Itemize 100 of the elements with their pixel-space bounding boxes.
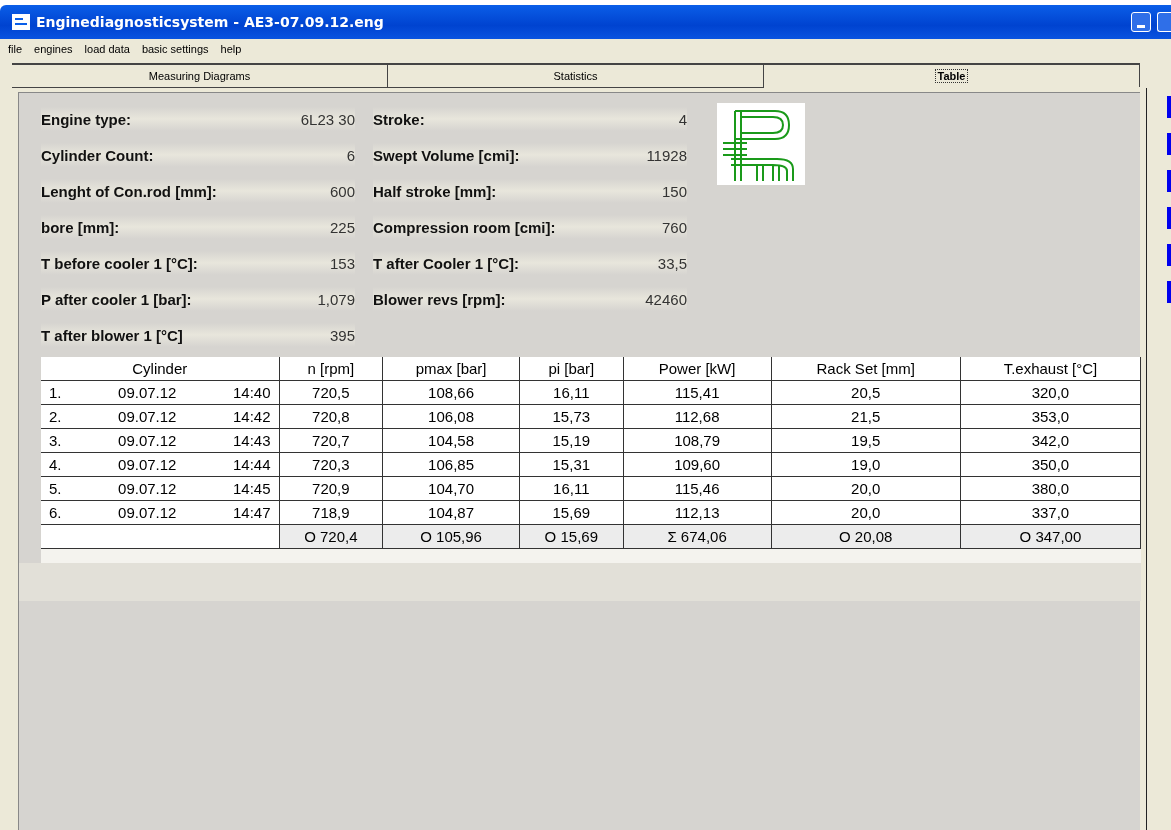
- summary-cell: O 20,08: [771, 524, 961, 548]
- menu-item[interactable]: load data: [84, 43, 130, 55]
- menu-item[interactable]: basic settings: [141, 43, 209, 55]
- table-cell: 106,08: [382, 404, 520, 429]
- table-cell: 15,73: [519, 404, 624, 429]
- table-cell: 19,0: [771, 452, 961, 477]
- table-cell: 350,0: [960, 452, 1141, 477]
- table-cell: 106,85: [382, 452, 520, 477]
- row-date: 09.07.12: [118, 480, 177, 497]
- table-cell: 115,41: [623, 380, 772, 405]
- field-value: 225: [329, 218, 355, 236]
- tab[interactable]: Measuring Diagrams: [12, 63, 388, 88]
- field-value: 11928: [646, 146, 687, 164]
- summary-cell: O 347,00: [960, 524, 1141, 548]
- window-title: Enginediagnosticsystem - AE3-07.09.12.eng: [36, 14, 385, 30]
- table-cell: 109,60: [623, 452, 772, 477]
- tab[interactable]: Table: [764, 63, 1140, 87]
- table-cell: 104,87: [382, 500, 520, 525]
- table-cell: 115,46: [623, 476, 772, 501]
- table-cell: 337,0: [960, 500, 1141, 525]
- field-label: Compression room [cmi]:: [373, 218, 556, 236]
- table-cell: 21,5: [771, 404, 961, 429]
- table-cell: 108,79: [623, 428, 772, 453]
- table-cell: 104,58: [382, 428, 520, 453]
- field-value: 6: [346, 146, 355, 164]
- tab[interactable]: Statistics: [388, 63, 764, 88]
- row-date: 09.07.12: [118, 456, 177, 473]
- field-value: 600: [329, 182, 355, 200]
- table-cell: 16,11: [519, 380, 624, 405]
- table-cell: 720,9: [279, 476, 383, 501]
- field-label: Swept Volume [cmi]:: [373, 146, 520, 164]
- table-cell: 380,0: [960, 476, 1141, 501]
- row-time: 14:42: [232, 408, 271, 425]
- row-time: 14:44: [232, 456, 271, 473]
- field-label: Half stroke [mm]:: [373, 182, 497, 200]
- menu-item[interactable]: help: [220, 43, 242, 55]
- summary-cell: O 720,4: [279, 524, 383, 548]
- field-label: T after Cooler 1 [°C]:: [373, 254, 519, 272]
- field-label: T before cooler 1 [°C]:: [41, 254, 198, 272]
- field-label: Blower revs [rpm]:: [373, 290, 506, 308]
- field-label: Engine type:: [41, 110, 131, 128]
- table-cell: 15,31: [519, 452, 624, 477]
- maximize-button[interactable]: [1157, 12, 1171, 32]
- minimize-icon: [1137, 25, 1145, 28]
- row-number: 1.: [49, 384, 62, 401]
- table-cell: 16,11: [519, 476, 624, 501]
- row-number: 6.: [49, 504, 62, 521]
- table-cell: 104,70: [382, 476, 520, 501]
- table-cell: 720,8: [279, 404, 383, 429]
- summary-cell: Σ 674,06: [623, 524, 772, 548]
- field-label: T after blower 1 [°C]: [41, 326, 183, 344]
- row-time: 14:45: [232, 480, 271, 497]
- field-value: 33,5: [657, 254, 687, 272]
- table-cell: 342,0: [960, 428, 1141, 453]
- summary-cell: O 15,69: [519, 524, 624, 548]
- row-time: 14:47: [232, 504, 271, 521]
- field-label: Cylinder Count:: [41, 146, 154, 164]
- table-cell: 15,19: [519, 428, 624, 453]
- field-value: 150: [661, 182, 687, 200]
- table-cell: 20,0: [771, 500, 961, 525]
- field-value: 4: [678, 110, 687, 128]
- field-value: 42460: [645, 290, 687, 308]
- table-cell: 20,0: [771, 476, 961, 501]
- column-header: Cylinder: [41, 357, 280, 381]
- summary-cell: O 105,96: [382, 524, 520, 548]
- row-number: 5.: [49, 480, 62, 497]
- row-number: 3.: [49, 432, 62, 449]
- field-label: Lenght of Con.rod [mm]:: [41, 182, 217, 200]
- table-cell: 19,5: [771, 428, 961, 453]
- field-label: bore [mm]:: [41, 218, 120, 236]
- table-cell: 15,69: [519, 500, 624, 525]
- row-date: 09.07.12: [118, 432, 177, 449]
- row-date: 09.07.12: [118, 384, 177, 401]
- row-date: 09.07.12: [118, 408, 177, 425]
- table-cell: 320,0: [960, 380, 1141, 405]
- table-cell: 718,9: [279, 500, 383, 525]
- menu-item[interactable]: engines: [34, 43, 73, 55]
- field-label: P after cooler 1 [bar]:: [41, 290, 192, 308]
- row-time: 14:40: [232, 384, 271, 401]
- field-value: 395: [329, 326, 355, 344]
- row-time: 14:43: [232, 432, 271, 449]
- table-cell: 720,7: [279, 428, 383, 453]
- field-value: 153: [329, 254, 355, 272]
- table-cell: 720,5: [279, 380, 383, 405]
- app-icon: [12, 14, 30, 30]
- table-cell: 353,0: [960, 404, 1141, 429]
- field-value: 1,079: [317, 290, 355, 308]
- row-number: 2.: [49, 408, 62, 425]
- row-number: 4.: [49, 456, 62, 473]
- minimize-button[interactable]: [1131, 12, 1151, 32]
- table-cell: 720,3: [279, 452, 383, 477]
- field-value: 760: [661, 218, 687, 236]
- menu-item[interactable]: file: [8, 43, 23, 55]
- table-cell: 112,68: [623, 404, 772, 429]
- table-cell: 20,5: [771, 380, 961, 405]
- field-label: Stroke:: [373, 110, 425, 128]
- field-value: 6L23 30: [300, 110, 355, 128]
- table-cell: 108,66: [382, 380, 520, 405]
- table-cell: 112,13: [623, 500, 772, 525]
- row-date: 09.07.12: [118, 504, 177, 521]
